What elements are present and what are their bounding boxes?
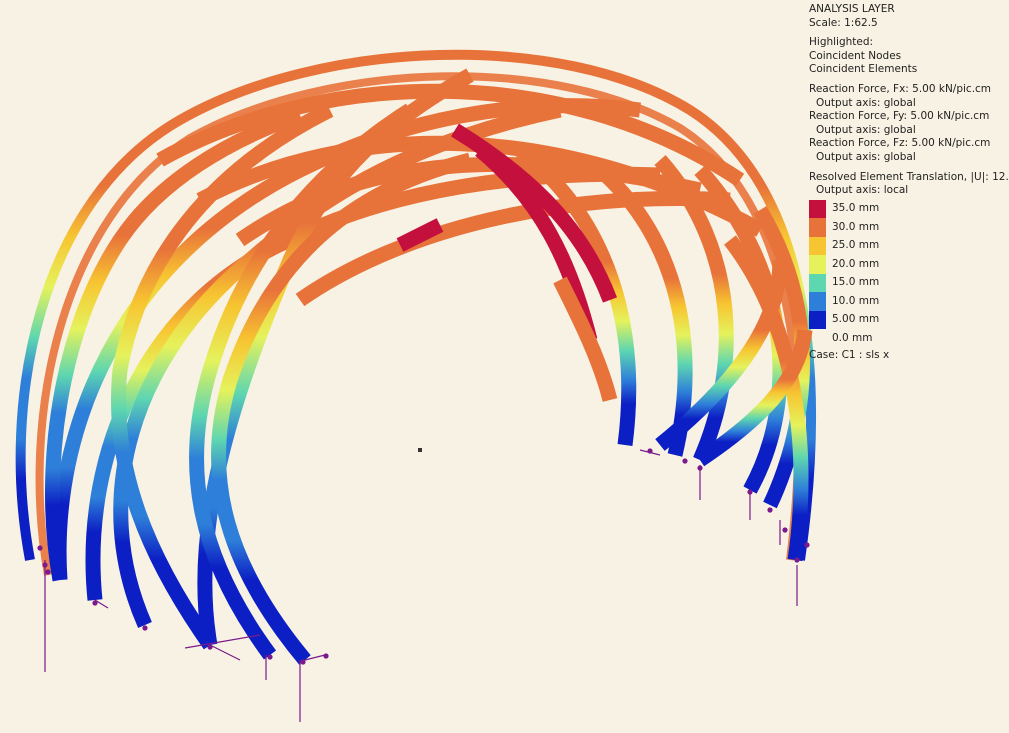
legend-label: 30.0 mm	[832, 220, 880, 233]
reaction-fx-label: Reaction Force, Fx: 5.00 kN/pic.cm	[809, 82, 992, 95]
reaction-fz-axis-label: Output axis: global	[816, 150, 916, 163]
legend-entry: 15.0 mm	[809, 273, 1007, 293]
legend-entry: 10.0 mm	[809, 292, 1007, 311]
translation-axis-label: Output axis: local	[816, 184, 909, 197]
legend-entry: 0.0 mm	[809, 329, 1007, 348]
highlighted-label: Highlighted:	[809, 36, 874, 49]
legend-label: 25.0 mm	[832, 239, 880, 252]
legend-swatch	[809, 255, 826, 274]
contour-legend: 35.0 mm 30.0 mm 25.0 mm 20.0 mm 15.0 mm …	[809, 199, 1007, 348]
legend-swatch	[809, 292, 826, 311]
reaction-fz-label: Reaction Force, Fz: 5.00 kN/pic.cm	[809, 137, 991, 150]
rib	[595, 164, 693, 457]
legend-swatch	[809, 273, 826, 293]
coincident-elements-label: Coincident Elements	[809, 63, 918, 76]
legend-label: 5.00 mm	[832, 313, 880, 326]
legend-swatch	[809, 310, 826, 330]
legend-entry: 35.0 mm	[809, 199, 1007, 219]
legend-entry: 30.0 mm	[809, 218, 1007, 237]
legend-swatch	[809, 218, 826, 237]
origin-marker	[418, 448, 422, 452]
coincident-nodes-label: Coincident Nodes	[809, 49, 902, 62]
legend-swatch	[809, 329, 826, 348]
legend-swatch	[809, 236, 826, 256]
legend-label: 35.0 mm	[832, 202, 880, 215]
analysis-layer-panel: ANALYSIS LAYER Scale: 1:62.5 Highlighted…	[809, 3, 1009, 362]
shell-structure	[15, 49, 816, 665]
legend-entry: 5.00 mm	[809, 310, 1007, 330]
reaction-fy-axis-label: Output axis: global	[816, 123, 916, 136]
legend-label: 15.0 mm	[832, 276, 880, 289]
legend-entry: 20.0 mm	[809, 255, 1007, 274]
load-case-label: Case: C1 : sls x	[809, 348, 890, 361]
legend-label: 0.0 mm	[832, 331, 873, 344]
reaction-fy-label: Reaction Force, Fy: 5.00 kN/pic.cm	[809, 110, 990, 123]
reaction-arrows	[37, 448, 810, 722]
legend-entry: 25.0 mm	[809, 236, 1007, 256]
scale-label: Scale: 1:62.5	[809, 16, 878, 29]
panel-title: ANALYSIS LAYER	[809, 3, 895, 15]
legend-label: 10.0 mm	[832, 294, 880, 307]
reaction-fx-axis-label: Output axis: global	[816, 96, 916, 109]
legend-swatch	[809, 199, 826, 219]
legend-label: 20.0 mm	[832, 257, 880, 270]
translation-label: Resolved Element Translation, |U|: 12.5	[809, 170, 1009, 183]
